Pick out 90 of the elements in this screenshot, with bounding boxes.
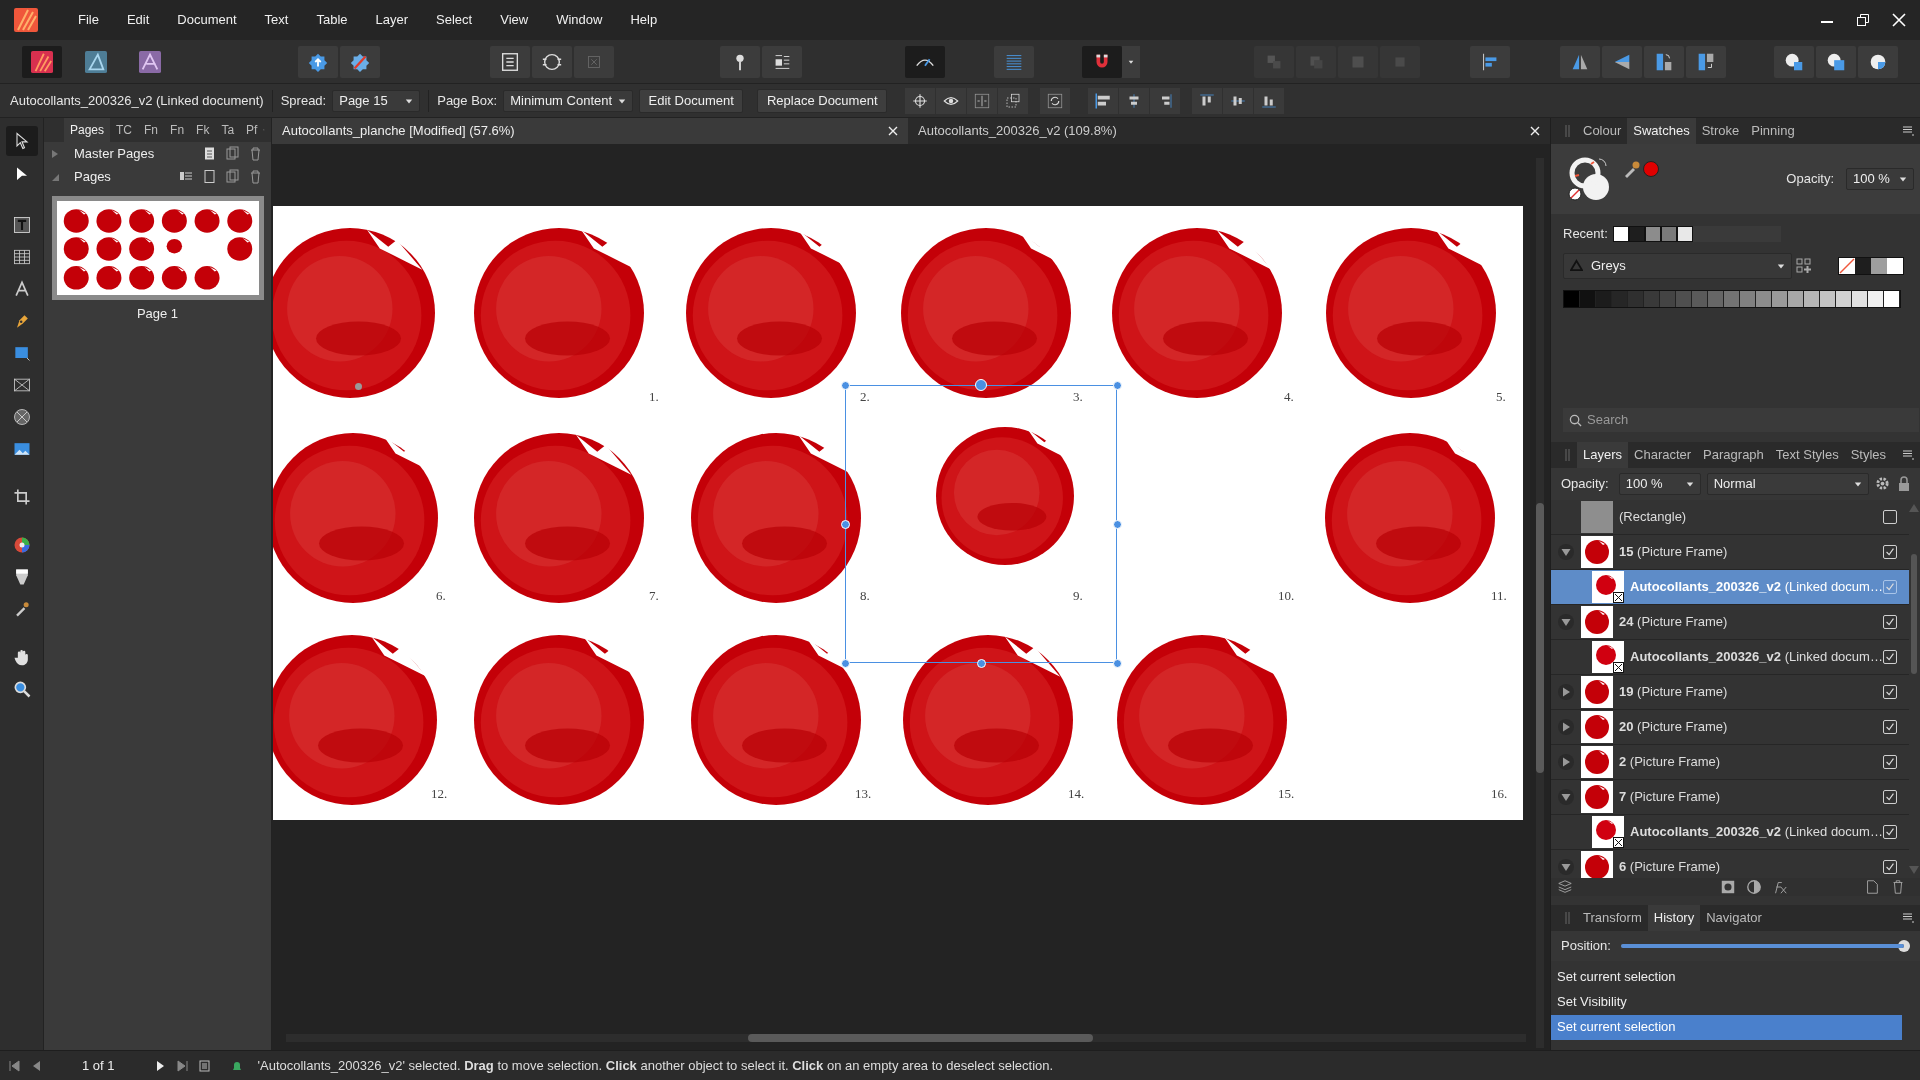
panel-tab[interactable]: Colour xyxy=(1577,118,1628,144)
menu-item[interactable]: Text xyxy=(250,10,303,30)
sticker-number: 9. xyxy=(1073,589,1083,602)
blend-mode-dropdown[interactable]: Normal xyxy=(1706,472,1869,495)
page-label: Page 1 xyxy=(136,305,179,323)
layer-row[interactable]: Autocollants_200326_v2 (Linked docum… xyxy=(1551,814,1909,850)
opacity-label: Opacity: xyxy=(1786,170,1834,189)
panel-tab[interactable]: Fn xyxy=(138,118,165,142)
position-label: Position: xyxy=(1561,936,1611,955)
panel-tab[interactable]: Pinning xyxy=(1745,118,1801,144)
sticker-number: 3. xyxy=(1073,390,1083,403)
palette-dropdown[interactable]: Greys xyxy=(1563,252,1792,279)
panel-tab[interactable]: Layers xyxy=(1577,441,1629,468)
sticker-number: 2. xyxy=(860,390,870,403)
sticker-number: 1. xyxy=(649,390,659,403)
spread-dropdown[interactable]: Page 15 xyxy=(332,89,421,112)
page-indicator: 1 of 1 xyxy=(82,1056,115,1075)
sticker-number: 7. xyxy=(649,589,659,602)
layer-row[interactable]: (Rectangle) xyxy=(1551,499,1909,535)
sticker-number: 16. xyxy=(1491,787,1508,800)
page-box-dropdown[interactable]: Minimum Content xyxy=(503,89,634,112)
layer-row[interactable]: 19 (Picture Frame) xyxy=(1551,674,1909,710)
history-item[interactable]: Set current selection xyxy=(1551,964,1902,990)
sticker-number: 12. xyxy=(431,787,448,800)
layer-name: 6 (Picture Frame) xyxy=(1619,857,1722,876)
layer-name: Autocollants_200326_v2 (Linked docum… xyxy=(1630,577,1883,596)
layer-name: 7 (Picture Frame) xyxy=(1619,787,1722,806)
layer-row[interactable]: 15 (Picture Frame) xyxy=(1551,534,1909,570)
menu-item[interactable]: File xyxy=(64,10,113,30)
panel-tab[interactable]: Styles xyxy=(1844,441,1893,468)
panel-tab[interactable]: Ta xyxy=(215,118,241,142)
history-item[interactable]: Set Visibility xyxy=(1551,989,1902,1015)
panel-tab[interactable]: Paragraph xyxy=(1697,441,1770,468)
layer-name: 2 (Picture Frame) xyxy=(1619,752,1722,771)
layer-name: 20 (Picture Frame) xyxy=(1619,717,1729,736)
menu-item[interactable]: Edit xyxy=(112,10,164,30)
document-tab[interactable]: Autocollants_planche [Modified] (57.6%) xyxy=(272,118,908,144)
menu-item[interactable]: View xyxy=(486,10,543,30)
sticker-number: 10. xyxy=(1278,589,1295,602)
sticker-number: 13. xyxy=(855,787,872,800)
object-label: Autocollants_200326_v2 (Linked document) xyxy=(10,91,264,110)
opacity-dropdown[interactable]: 100 % xyxy=(1618,472,1701,495)
panel-tab[interactable]: Navigator xyxy=(1700,904,1768,931)
recent-label: Recent: xyxy=(1563,225,1609,243)
panel-tab[interactable]: Fn xyxy=(164,118,191,142)
spread-label: Spread: xyxy=(280,91,327,110)
layer-row[interactable]: Autocollants_200326_v2 (Linked docum… xyxy=(1551,639,1909,675)
panel-tab[interactable]: Transform xyxy=(1577,904,1648,931)
panel-tab[interactable]: Fk xyxy=(190,118,216,142)
layer-row[interactable]: 24 (Picture Frame) xyxy=(1551,604,1909,640)
layer-name: 24 (Picture Frame) xyxy=(1619,612,1729,631)
sticker-number: 4. xyxy=(1284,390,1294,403)
section-label: Master Pages xyxy=(74,144,155,163)
panel-tab[interactable]: Character xyxy=(1628,441,1698,468)
panel-tab[interactable]: Pf xyxy=(240,118,264,142)
menu-item[interactable]: Select xyxy=(422,10,487,30)
layer-row[interactable]: 7 (Picture Frame) xyxy=(1551,779,1909,815)
search-field[interactable]: Search xyxy=(1563,407,1919,432)
section-label: Pages xyxy=(74,167,111,186)
menu-item[interactable]: Layer xyxy=(361,10,423,30)
page-box-label: Page Box: xyxy=(437,91,498,110)
panel-tab[interactable]: TC xyxy=(110,118,139,142)
layer-name: (Rectangle) xyxy=(1619,507,1688,526)
menu-item[interactable]: Window xyxy=(542,10,617,30)
sticker-number: 5. xyxy=(1496,390,1506,403)
panel-tab[interactable]: History xyxy=(1647,904,1701,931)
panel-tab[interactable]: Swatches xyxy=(1627,118,1696,144)
sticker-number: 6. xyxy=(436,589,446,602)
layer-name: Autocollants_200326_v2 (Linked docum… xyxy=(1630,647,1883,666)
layer-name: 15 (Picture Frame) xyxy=(1619,542,1729,561)
layer-name: Autocollants_200326_v2 (Linked docum… xyxy=(1630,822,1883,841)
panel-tab[interactable]: Pages xyxy=(64,118,111,142)
status-message: 'Autocollants_200326_v2' selected. Drag to move selection. Click another object to select it. Click on an empty area to deselect selection. xyxy=(257,1056,1054,1075)
edit-document-button[interactable]: Edit Document xyxy=(639,88,744,113)
menu-item[interactable]: Help xyxy=(616,10,672,30)
opacity-dropdown[interactable]: 100 % xyxy=(1846,168,1914,190)
menu-item[interactable]: Document xyxy=(163,10,251,30)
sticker-number: 15. xyxy=(1278,787,1295,800)
sticker-number: 11. xyxy=(1491,589,1507,602)
opacity-label: Opacity: xyxy=(1561,474,1609,493)
replace-document-button[interactable]: Replace Document xyxy=(757,88,888,113)
history-item[interactable]: Set current selection xyxy=(1551,1014,1902,1040)
menu-item[interactable]: Table xyxy=(302,10,362,30)
panel-tab[interactable]: Stroke xyxy=(1695,118,1746,144)
sticker-number: 8. xyxy=(860,589,870,602)
layer-name: 19 (Picture Frame) xyxy=(1619,682,1729,701)
panel-tab[interactable]: Text Styles xyxy=(1769,441,1845,468)
sticker-number: 14. xyxy=(1068,787,1085,800)
layer-row[interactable]: 2 (Picture Frame) xyxy=(1551,744,1909,780)
layer-row[interactable]: 20 (Picture Frame) xyxy=(1551,709,1909,745)
